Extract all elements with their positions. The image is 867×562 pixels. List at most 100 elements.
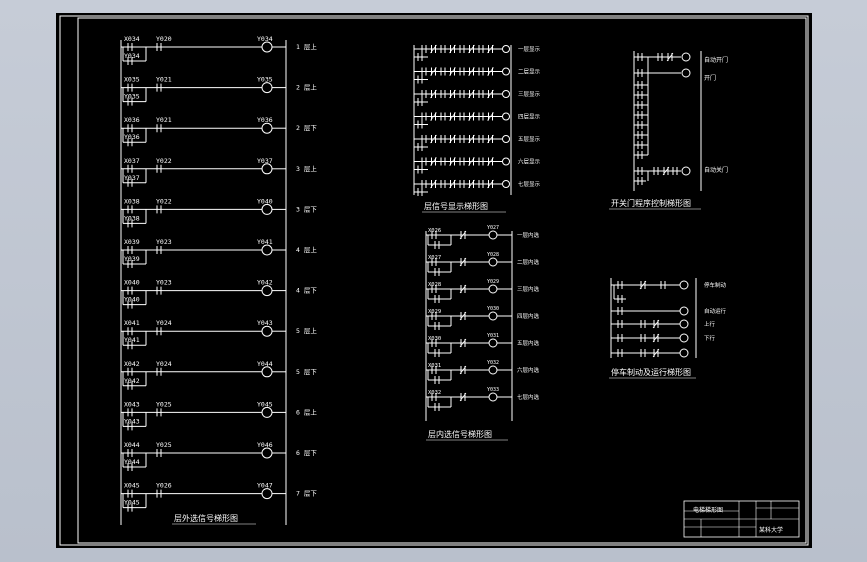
display-label: 三层显示 — [518, 91, 541, 98]
door-rung — [634, 131, 648, 139]
coil-auto-close — [681, 166, 691, 176]
rung-label: 1 层上 — [296, 42, 317, 51]
car-call-coil — [488, 392, 498, 402]
display-label: 四层显示 — [518, 114, 541, 121]
car-call-coil — [488, 338, 498, 348]
car-call-rung: X026 Y027 一层内选 — [426, 225, 540, 249]
display-label: 五层显示 — [518, 136, 541, 143]
car-call-input: X031 — [428, 363, 441, 369]
input-label: X043 — [124, 400, 140, 408]
output-coil — [261, 203, 273, 215]
display-coil — [502, 67, 510, 76]
label-down: 下行 — [704, 334, 716, 342]
brake-run-coil — [679, 280, 689, 290]
label-up: 上行 — [704, 320, 716, 328]
contact-label: Y021 — [156, 76, 172, 84]
display-coil — [502, 112, 510, 121]
ladder-rung: X034 Y034 Y020 Y034 1 层上 — [121, 35, 317, 65]
car-call-label: 一层内选 — [517, 231, 540, 239]
door-rung — [634, 177, 646, 185]
drawing-sheet: X034 Y034 Y020 Y034 1 层上 X035 Y035 Y021 Y035 2 层上… — [56, 13, 812, 548]
display-coil — [502, 45, 510, 53]
output-coil — [261, 447, 273, 459]
label-open: 开门 — [704, 74, 716, 82]
car-call-ladder: X026 Y027 一层内选 X027 Y028 二层内选 X028 Y029 三层内选 X029… — [425, 225, 540, 421]
brake-run-coil — [679, 348, 689, 358]
display-coil — [502, 180, 510, 188]
coil-label: Y041 — [257, 238, 273, 246]
coil-label: Y040 — [257, 197, 273, 205]
contact-label: Y025 — [156, 441, 172, 449]
ladder-rung: X040 Y040 Y023 Y042 4 层下 — [121, 279, 317, 309]
input-label: X044 — [124, 441, 140, 449]
hold-label: Y045 — [124, 499, 140, 507]
display-rung: 三层显示 — [413, 89, 541, 106]
output-coil — [261, 366, 273, 378]
rung-label: 4 层下 — [296, 287, 317, 295]
contact-label: Y023 — [156, 279, 172, 287]
display-label: 六层显示 — [518, 158, 541, 166]
label-brake: 停车制动 — [704, 281, 727, 289]
contact-label: Y023 — [156, 238, 172, 246]
coil-label: Y037 — [257, 157, 273, 165]
output-coil — [261, 488, 273, 500]
brake-rung — [611, 306, 689, 316]
input-label: X041 — [124, 319, 140, 327]
car-call-output: Y031 — [487, 333, 499, 339]
rung-label: 5 层上 — [296, 326, 317, 335]
input-label: X034 — [124, 35, 140, 43]
car-call-input: X026 — [428, 228, 441, 234]
output-coil — [261, 82, 273, 94]
coil-label: Y042 — [257, 279, 273, 287]
input-label: X036 — [124, 116, 140, 124]
contact-label: Y026 — [156, 482, 172, 490]
car-call-rung: X032 Y033 七层内选 — [426, 387, 540, 411]
rung-label: 7 层下 — [296, 490, 317, 498]
label-auto-run: 自动运行 — [704, 307, 727, 315]
rung-label: 3 层上 — [296, 164, 317, 173]
coil-label: Y036 — [257, 116, 273, 124]
input-label: X037 — [124, 157, 140, 165]
hold-label: Y038 — [124, 214, 140, 222]
car-call-label: 七层内选 — [517, 393, 540, 401]
ladder-rung: X037 Y037 Y022 Y037 3 层上 — [121, 157, 317, 187]
hold-label: Y042 — [124, 377, 140, 385]
brake-rung — [611, 319, 689, 329]
brake-rung — [611, 333, 689, 343]
brake-run-coil — [679, 333, 689, 343]
car-call-rung: X029 Y030 四层内选 — [426, 306, 540, 330]
input-label: X040 — [124, 279, 140, 287]
car-call-coil — [488, 284, 498, 294]
rung-label: 3 层下 — [296, 205, 317, 213]
caption-door-control: 开关门程序控制梯形图 — [611, 198, 691, 208]
car-call-rung: X031 Y032 六层内选 — [426, 360, 540, 384]
contact-label: Y024 — [156, 319, 172, 327]
door-control-ladder — [633, 51, 702, 191]
door-rung — [634, 53, 648, 61]
rung-label: 2 层下 — [296, 124, 317, 132]
display-rung: 四层显示 — [413, 112, 541, 129]
rung-label: 6 层下 — [296, 449, 317, 457]
ladder-rung: X042 Y042 Y024 Y044 5 层下 — [121, 360, 317, 390]
door-rung — [634, 111, 648, 119]
car-call-output: Y032 — [487, 360, 499, 366]
drawing-canvas: X034 Y034 Y020 Y034 1 层上 X035 Y035 Y021 Y035 2 层上… — [59, 15, 809, 546]
display-coil — [502, 90, 510, 98]
display-label: 二层显示 — [518, 69, 541, 76]
display-label: 一层显示 — [518, 46, 541, 53]
car-call-input: X032 — [428, 390, 441, 396]
ladder-rung: X036 Y036 Y021 Y036 2 层下 — [121, 116, 317, 147]
output-coil — [261, 41, 273, 53]
ladder-rung: X044 Y044 Y025 Y046 6 层下 — [121, 441, 317, 471]
car-call-output: Y029 — [487, 279, 499, 285]
car-call-input: X029 — [428, 309, 441, 315]
contact-label: Y025 — [156, 400, 172, 408]
car-call-coil — [488, 230, 498, 240]
label-auto-close: 自动关门 — [704, 166, 728, 174]
car-call-output: Y028 — [487, 252, 499, 258]
coil-auto-open — [681, 52, 691, 62]
ladder-rung: X039 Y039 Y023 Y041 4 层上 — [121, 238, 317, 268]
hold-label: Y044 — [124, 458, 140, 466]
cad-viewport: X034 Y034 Y020 Y034 1 层上 X035 Y035 Y021 Y035 2 层上… — [0, 0, 867, 562]
car-call-output: Y030 — [487, 306, 499, 312]
